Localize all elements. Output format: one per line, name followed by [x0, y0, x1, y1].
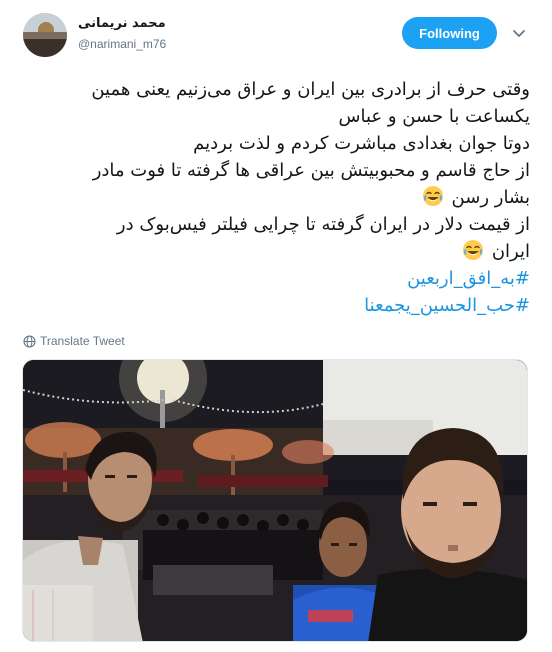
tweet-line: یکساعت با حسن و عباس: [338, 106, 531, 127]
hashtag-link[interactable]: #حب_الحسین_یجمعنا: [18, 292, 530, 319]
tweet-line: ایران: [491, 241, 530, 262]
face-with-tears-of-joy-icon: [422, 186, 443, 206]
avatar[interactable]: [23, 13, 67, 57]
author-display-name[interactable]: محمد نریمانی: [78, 16, 166, 31]
globe-icon: [23, 334, 36, 348]
tweet-line: وقتی حرف از برادری بین ایران و عراق می‌ز…: [91, 79, 530, 100]
translate-tweet-link[interactable]: Translate Tweet: [23, 334, 125, 348]
tweet-card: محمد نریمانی @narimani_m76 Following وقت…: [0, 0, 552, 652]
author-handle[interactable]: @narimani_m76: [78, 37, 166, 51]
translate-label: Translate Tweet: [40, 334, 125, 348]
photo-image: [23, 360, 527, 641]
tweet-line: از قیمت دلار در ایران گرفته تا چرایی فیل…: [116, 214, 530, 235]
hashtag-link[interactable]: #به_افق_اربعین: [18, 265, 530, 292]
tweet-text: وقتی حرف از برادری بین ایران و عراق می‌ز…: [18, 76, 530, 319]
tweet-line: از حاج قاسم و محبوبیتش بین عراقی ها گرفت…: [92, 160, 530, 181]
tweet-line: بشار رسن: [451, 187, 530, 208]
tweet-line: دوتا جوان بغدادی مباشرت کردم و لذت بردیم: [193, 133, 530, 154]
following-button[interactable]: Following: [402, 17, 497, 49]
chevron-down-icon[interactable]: [512, 26, 526, 40]
tweet-photo[interactable]: [22, 359, 528, 642]
face-with-tears-of-joy-icon: [463, 240, 484, 260]
